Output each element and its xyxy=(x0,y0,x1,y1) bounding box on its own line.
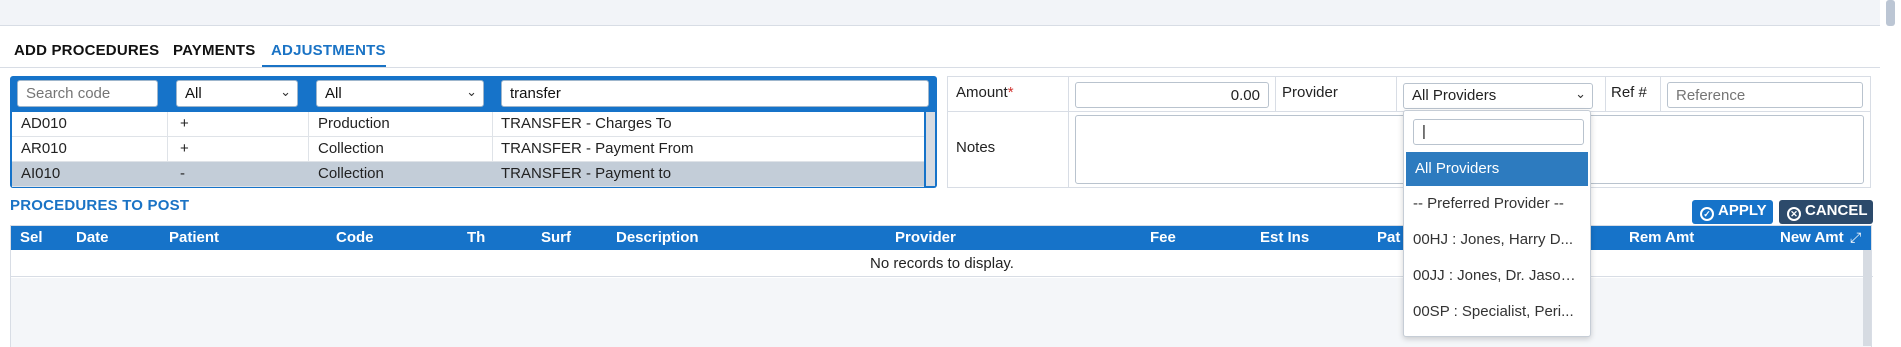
code-cell: AI010 xyxy=(21,165,61,182)
chevron-down-icon: ⌄ xyxy=(466,84,477,99)
provider-select-value: All Providers xyxy=(1412,87,1497,104)
provider-option-all[interactable]: All Providers xyxy=(1406,152,1588,186)
sign-cell: + xyxy=(180,115,189,132)
provider-dropdown: | All Providers -- Preferred Provider --… xyxy=(1403,110,1591,337)
grid-header: Sel Date Patient Code Th Surf Descriptio… xyxy=(11,226,1871,250)
code-panel: All ⌄ All ⌄ transfer AD010 + Production … xyxy=(10,76,937,188)
reference-input[interactable] xyxy=(1667,82,1863,108)
tab-bar: ADD PROCEDURES PAYMENTS ADJUSTMENTS xyxy=(0,36,1880,68)
form-divider xyxy=(1275,77,1276,111)
column-divider xyxy=(492,112,493,137)
code-row[interactable]: AR010 + Collection TRANSFER - Payment Fr… xyxy=(12,137,924,162)
amount-label-text: Amount xyxy=(956,84,1008,101)
filter-select-2-value: All xyxy=(325,85,342,102)
grid-scrollbar[interactable] xyxy=(1863,250,1871,346)
column-header-code[interactable]: Code xyxy=(336,229,374,246)
search-code-input[interactable] xyxy=(17,80,158,107)
page-scrollbar[interactable] xyxy=(1886,0,1895,26)
code-table: AD010 + Production TRANSFER - Charges To… xyxy=(12,112,924,187)
code-table-scrollbar[interactable] xyxy=(926,112,935,186)
filter-select-1-value: All xyxy=(185,85,202,102)
required-mark: * xyxy=(1007,84,1014,101)
sign-cell: - xyxy=(180,165,185,182)
sign-cell: + xyxy=(180,140,189,157)
code-cell: AD010 xyxy=(21,115,67,132)
column-header-provider[interactable]: Provider xyxy=(895,229,956,246)
notes-label: Notes xyxy=(956,139,996,156)
column-divider xyxy=(308,112,309,137)
filter-select-1[interactable]: All ⌄ xyxy=(176,80,298,107)
column-header-description[interactable]: Description xyxy=(616,229,699,246)
description-cell: TRANSFER - Payment to xyxy=(501,165,672,182)
column-header-sel[interactable]: Sel xyxy=(20,229,43,246)
filter-select-2[interactable]: All ⌄ xyxy=(316,80,484,107)
form-divider xyxy=(1396,77,1397,111)
apply-label: APPLY xyxy=(1718,202,1767,219)
category-cell: Production xyxy=(318,115,390,132)
cancel-label: CANCEL xyxy=(1805,202,1868,219)
column-header-th[interactable]: Th xyxy=(467,229,485,246)
provider-search-input[interactable]: | xyxy=(1413,119,1584,145)
code-text-filter[interactable]: transfer xyxy=(501,80,929,107)
column-header-fee[interactable]: Fee xyxy=(1150,229,1176,246)
category-cell: Collection xyxy=(318,165,384,182)
chevron-down-icon: ⌄ xyxy=(1575,86,1586,101)
column-header-surf[interactable]: Surf xyxy=(541,229,571,246)
tab-payments[interactable]: PAYMENTS xyxy=(173,42,255,59)
amount-input[interactable]: 0.00 xyxy=(1075,82,1269,108)
grid-body xyxy=(11,278,1871,347)
form-divider xyxy=(1068,77,1069,187)
provider-search-caret: | xyxy=(1422,123,1426,140)
form-divider xyxy=(1660,77,1661,111)
provider-label: Provider xyxy=(1282,84,1338,101)
column-divider xyxy=(167,112,168,137)
code-text-filter-value: transfer xyxy=(510,85,561,102)
category-cell: Collection xyxy=(318,140,384,157)
description-cell: TRANSFER - Payment From xyxy=(501,140,694,157)
code-row-selected[interactable]: AI010 - Collection TRANSFER - Payment to xyxy=(12,162,924,187)
amount-label: Amount* xyxy=(956,84,1014,101)
apply-button[interactable]: ✓ APPLY xyxy=(1692,200,1773,224)
description-cell: TRANSFER - Charges To xyxy=(501,115,672,132)
tab-add-procedures[interactable]: ADD PROCEDURES xyxy=(14,42,159,59)
provider-option[interactable]: 00JJ : Jones, Dr. Jason... xyxy=(1404,259,1590,293)
column-divider xyxy=(167,137,168,162)
ref-label: Ref # xyxy=(1611,84,1647,101)
provider-option-preferred[interactable]: -- Preferred Provider -- xyxy=(1404,187,1590,221)
column-header-patient[interactable]: Patient xyxy=(169,229,219,246)
provider-option[interactable]: 00HJ : Jones, Harry D... xyxy=(1404,223,1590,257)
procedures-title: PROCEDURES TO POST xyxy=(10,197,190,214)
procedures-grid: Sel Date Patient Code Th Surf Descriptio… xyxy=(10,225,1873,347)
column-divider xyxy=(492,137,493,162)
tab-adjustments[interactable]: ADJUSTMENTS xyxy=(271,42,386,59)
code-row[interactable]: AD010 + Production TRANSFER - Charges To xyxy=(12,112,924,137)
amount-value: 0.00 xyxy=(1230,87,1260,104)
column-header-rem-amt[interactable]: Rem Amt xyxy=(1629,229,1694,246)
code-cell: AR010 xyxy=(21,140,67,157)
column-header-date[interactable]: Date xyxy=(76,229,109,246)
active-tab-indicator xyxy=(262,65,386,67)
column-header-est-ins[interactable]: Est Ins xyxy=(1260,229,1309,246)
provider-select[interactable]: All Providers ⌄ xyxy=(1403,83,1593,109)
provider-option[interactable]: 00SP : Specialist, Peri... xyxy=(1404,295,1590,329)
column-divider xyxy=(308,137,309,162)
cancel-button[interactable]: ✕ CANCEL xyxy=(1779,200,1873,224)
top-panel xyxy=(0,0,1880,26)
check-circle-icon: ✓ xyxy=(1700,207,1714,221)
cancel-circle-icon: ✕ xyxy=(1787,207,1801,221)
form-divider xyxy=(1605,77,1606,111)
expand-icon[interactable]: ⤢ xyxy=(1850,230,1864,244)
chevron-down-icon: ⌄ xyxy=(280,84,291,99)
column-header-pat[interactable]: Pat xyxy=(1377,229,1400,246)
column-header-new-amt[interactable]: New Amt xyxy=(1780,229,1844,246)
empty-message: No records to display. xyxy=(11,250,1873,277)
